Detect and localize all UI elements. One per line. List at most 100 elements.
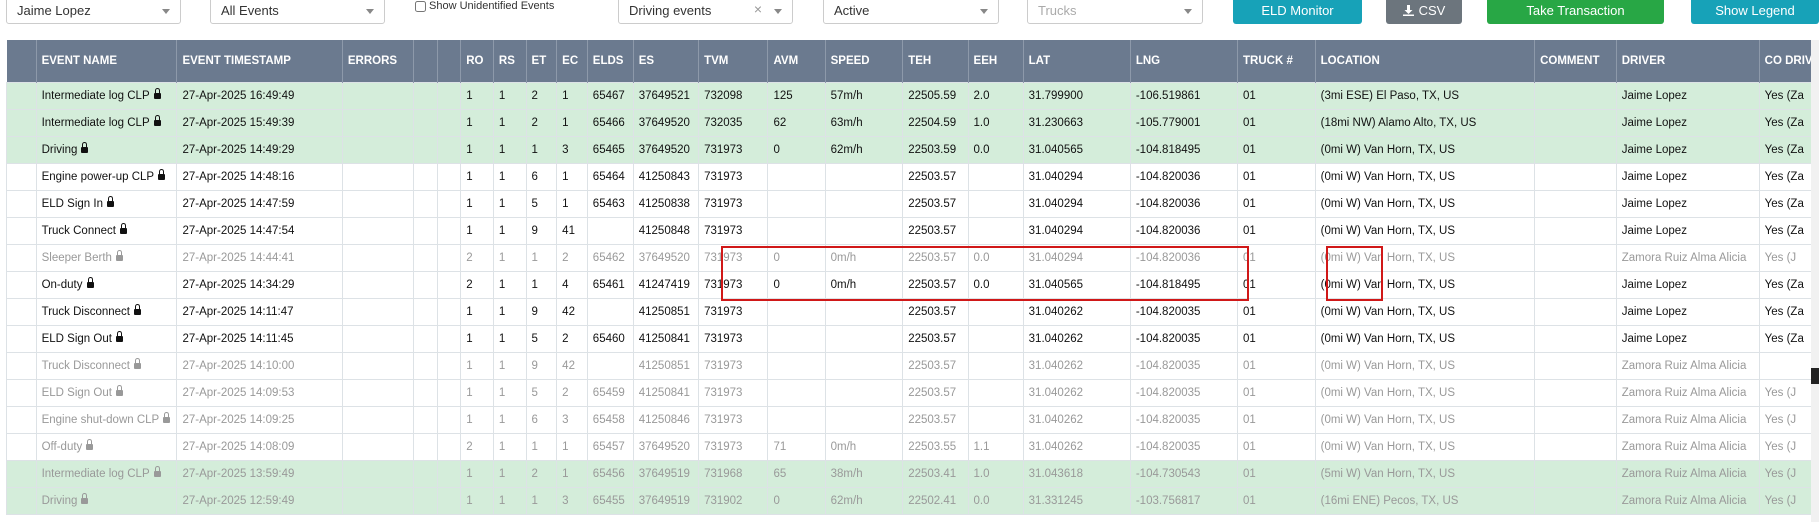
table-cell: 1 (492, 135, 527, 164)
vertical-scrollbar[interactable] (1811, 40, 1819, 522)
table-cell: 27-Apr-2025 15:49:39 (176, 108, 343, 137)
cell-value: 27-Apr-2025 14:48:16 (182, 170, 295, 183)
column-header[interactable]: EEH (968, 40, 1024, 82)
table-cell (1534, 324, 1617, 353)
cell-value: 22504.59 (908, 116, 957, 129)
column-header[interactable]: EVENT NAME (36, 40, 178, 82)
table-cell (824, 297, 904, 326)
table-row[interactable]: ELD Sign Out 27-Apr-2025 14:11:45 1 1 5 2 6546… (6, 324, 1819, 353)
column-header[interactable]: LAT (1023, 40, 1131, 82)
column-header[interactable]: SPEED (825, 40, 904, 82)
table-cell: 1 (556, 108, 588, 137)
cell-value: 41250851 (638, 305, 690, 318)
table-row[interactable]: Truck Disconnect 27-Apr-2025 14:11:47 1 1 9 4… (6, 297, 1819, 326)
table-cell: 0m/h (824, 270, 904, 299)
eld-monitor-button[interactable]: ELD Monitor (1233, 0, 1362, 24)
column-header[interactable]: ES (633, 40, 700, 82)
table-row[interactable]: Engine shut-down CLP 27-Apr-2025 14:09:25… (6, 405, 1819, 434)
column-header[interactable]: RO (460, 40, 494, 82)
type-select[interactable]: Driving events × (618, 0, 793, 24)
table-cell: 42 (556, 351, 588, 380)
table-cell (341, 405, 415, 434)
column-header[interactable]: ERRORS (342, 40, 415, 82)
column-header[interactable]: TRUCK # (1237, 40, 1316, 82)
table-cell: 2 (556, 378, 588, 407)
table-row[interactable]: Intermediate log CLP 27-Apr-2025 16:49:49… (6, 81, 1819, 110)
column-header[interactable]: AVM (767, 40, 826, 82)
events-select[interactable]: All Events (210, 0, 385, 24)
cell-value: Jaime Lopez (1621, 278, 1687, 291)
table-row[interactable]: On-duty 27-Apr-2025 14:34:29 2 1 1 4 65461 4124… (6, 270, 1819, 299)
table-row[interactable]: Driving 27-Apr-2025 14:49:29 1 1 1 3 65465 3764… (6, 135, 1819, 164)
column-header[interactable]: ELDS (587, 40, 634, 82)
cell-value: 01 (1243, 116, 1256, 129)
table-row[interactable]: ELD Sign Out 27-Apr-2025 14:09:53 1 1 5 2 6545… (6, 378, 1819, 407)
table-cell: 1.1 (967, 432, 1024, 461)
column-header[interactable]: COMMENT (1534, 40, 1617, 82)
event-name: Intermediate log CLP (41, 89, 150, 102)
table-cell: (0mi W) Van Horn, TX, US (1314, 243, 1536, 272)
table-cell: 01 (1237, 459, 1316, 488)
take-transaction-button[interactable]: Take Transaction (1487, 0, 1664, 24)
scrollbar-thumb[interactable] (1811, 368, 1819, 384)
table-cell: 41 (556, 216, 588, 245)
column-header[interactable]: DRIVER (1616, 40, 1760, 82)
cell-value: Yes (Za (1764, 116, 1804, 129)
table-cell (341, 216, 415, 245)
cell-value: 01 (1243, 224, 1256, 237)
column-header[interactable]: EVENT TIMESTAMP (176, 40, 343, 82)
column-header[interactable]: TVM (698, 40, 769, 82)
show-unidentified-checkbox[interactable] (415, 0, 426, 12)
show-unidentified-toggle[interactable]: Show Unidentified Events (415, 0, 554, 12)
cell-value: 65457 (592, 440, 625, 453)
chevron-down-icon (774, 9, 782, 14)
cell-value: 2 (466, 251, 473, 264)
table-cell (341, 459, 415, 488)
trucks-select[interactable]: Trucks (1027, 0, 1203, 24)
column-header[interactable] (413, 40, 438, 82)
csv-button[interactable]: CSV (1386, 0, 1462, 24)
table-cell (6, 351, 37, 380)
cell-value: Yes (Za (1764, 89, 1804, 102)
column-header[interactable]: LOCATION (1315, 40, 1536, 82)
table-row[interactable]: Off-duty 27-Apr-2025 14:08:09 2 1 1 1 65457 376… (6, 432, 1819, 461)
cell-value: 1 (498, 278, 506, 291)
cell-value: 22505.59 (908, 89, 957, 102)
column-header[interactable] (6, 40, 37, 82)
cell-value: (0mi W) Van Horn, TX, US (1320, 440, 1456, 453)
table-cell (341, 486, 415, 515)
clear-icon[interactable]: × (754, 1, 762, 17)
table-row[interactable]: Engine power-up CLP 27-Apr-2025 14:48:16 1… (6, 162, 1819, 191)
table-cell: ELD Sign Out (35, 324, 178, 353)
table-cell: 01 (1237, 81, 1316, 110)
status-select[interactable]: Active (823, 0, 999, 24)
column-header[interactable] (437, 40, 462, 82)
table-cell: Yes (Za (1758, 189, 1819, 218)
table-cell: 65461 (586, 270, 634, 299)
table-cell (341, 378, 415, 407)
table-row[interactable]: Sleeper Berth 27-Apr-2025 14:44:41 2 1 1 2 654… (6, 243, 1819, 272)
table-cell (967, 351, 1024, 380)
column-header[interactable]: EC (556, 40, 588, 82)
cell-value: 731973 (704, 413, 743, 426)
column-header[interactable]: ET (526, 40, 558, 82)
table-row[interactable]: Intermediate log CLP 27-Apr-2025 13:59:49… (6, 459, 1819, 488)
cell-value: 732035 (704, 116, 743, 129)
column-header[interactable]: RS (493, 40, 527, 82)
table-row[interactable]: Driving 27-Apr-2025 12:59:49 1 1 1 3 65455 3764… (6, 486, 1819, 515)
show-legend-button[interactable]: Show Legend (1691, 0, 1819, 24)
table-cell: 1 (525, 135, 558, 164)
table-row[interactable]: Truck Disconnect 27-Apr-2025 14:10:00 1 1 9 4… (6, 351, 1819, 380)
column-header[interactable]: TEH (902, 40, 969, 82)
download-icon (1402, 4, 1414, 16)
cell-value: 0m/h (830, 440, 857, 453)
table-row[interactable]: Truck Connect 27-Apr-2025 14:47:54 1 1 9 41 41… (6, 216, 1819, 245)
table-row[interactable]: ELD Sign In 27-Apr-2025 14:47:59 1 1 5 1 65463… (6, 189, 1819, 218)
table-cell: Jaime Lopez (1615, 108, 1760, 137)
table-cell: Truck Disconnect (35, 297, 178, 326)
column-header[interactable]: LNG (1130, 40, 1239, 82)
table-row[interactable]: Intermediate log CLP 27-Apr-2025 15:49:39… (6, 108, 1819, 137)
driver-select[interactable]: Jaime Lopez (6, 0, 181, 24)
table-cell (824, 162, 904, 191)
column-header[interactable]: CO DRIV (1759, 40, 1819, 82)
